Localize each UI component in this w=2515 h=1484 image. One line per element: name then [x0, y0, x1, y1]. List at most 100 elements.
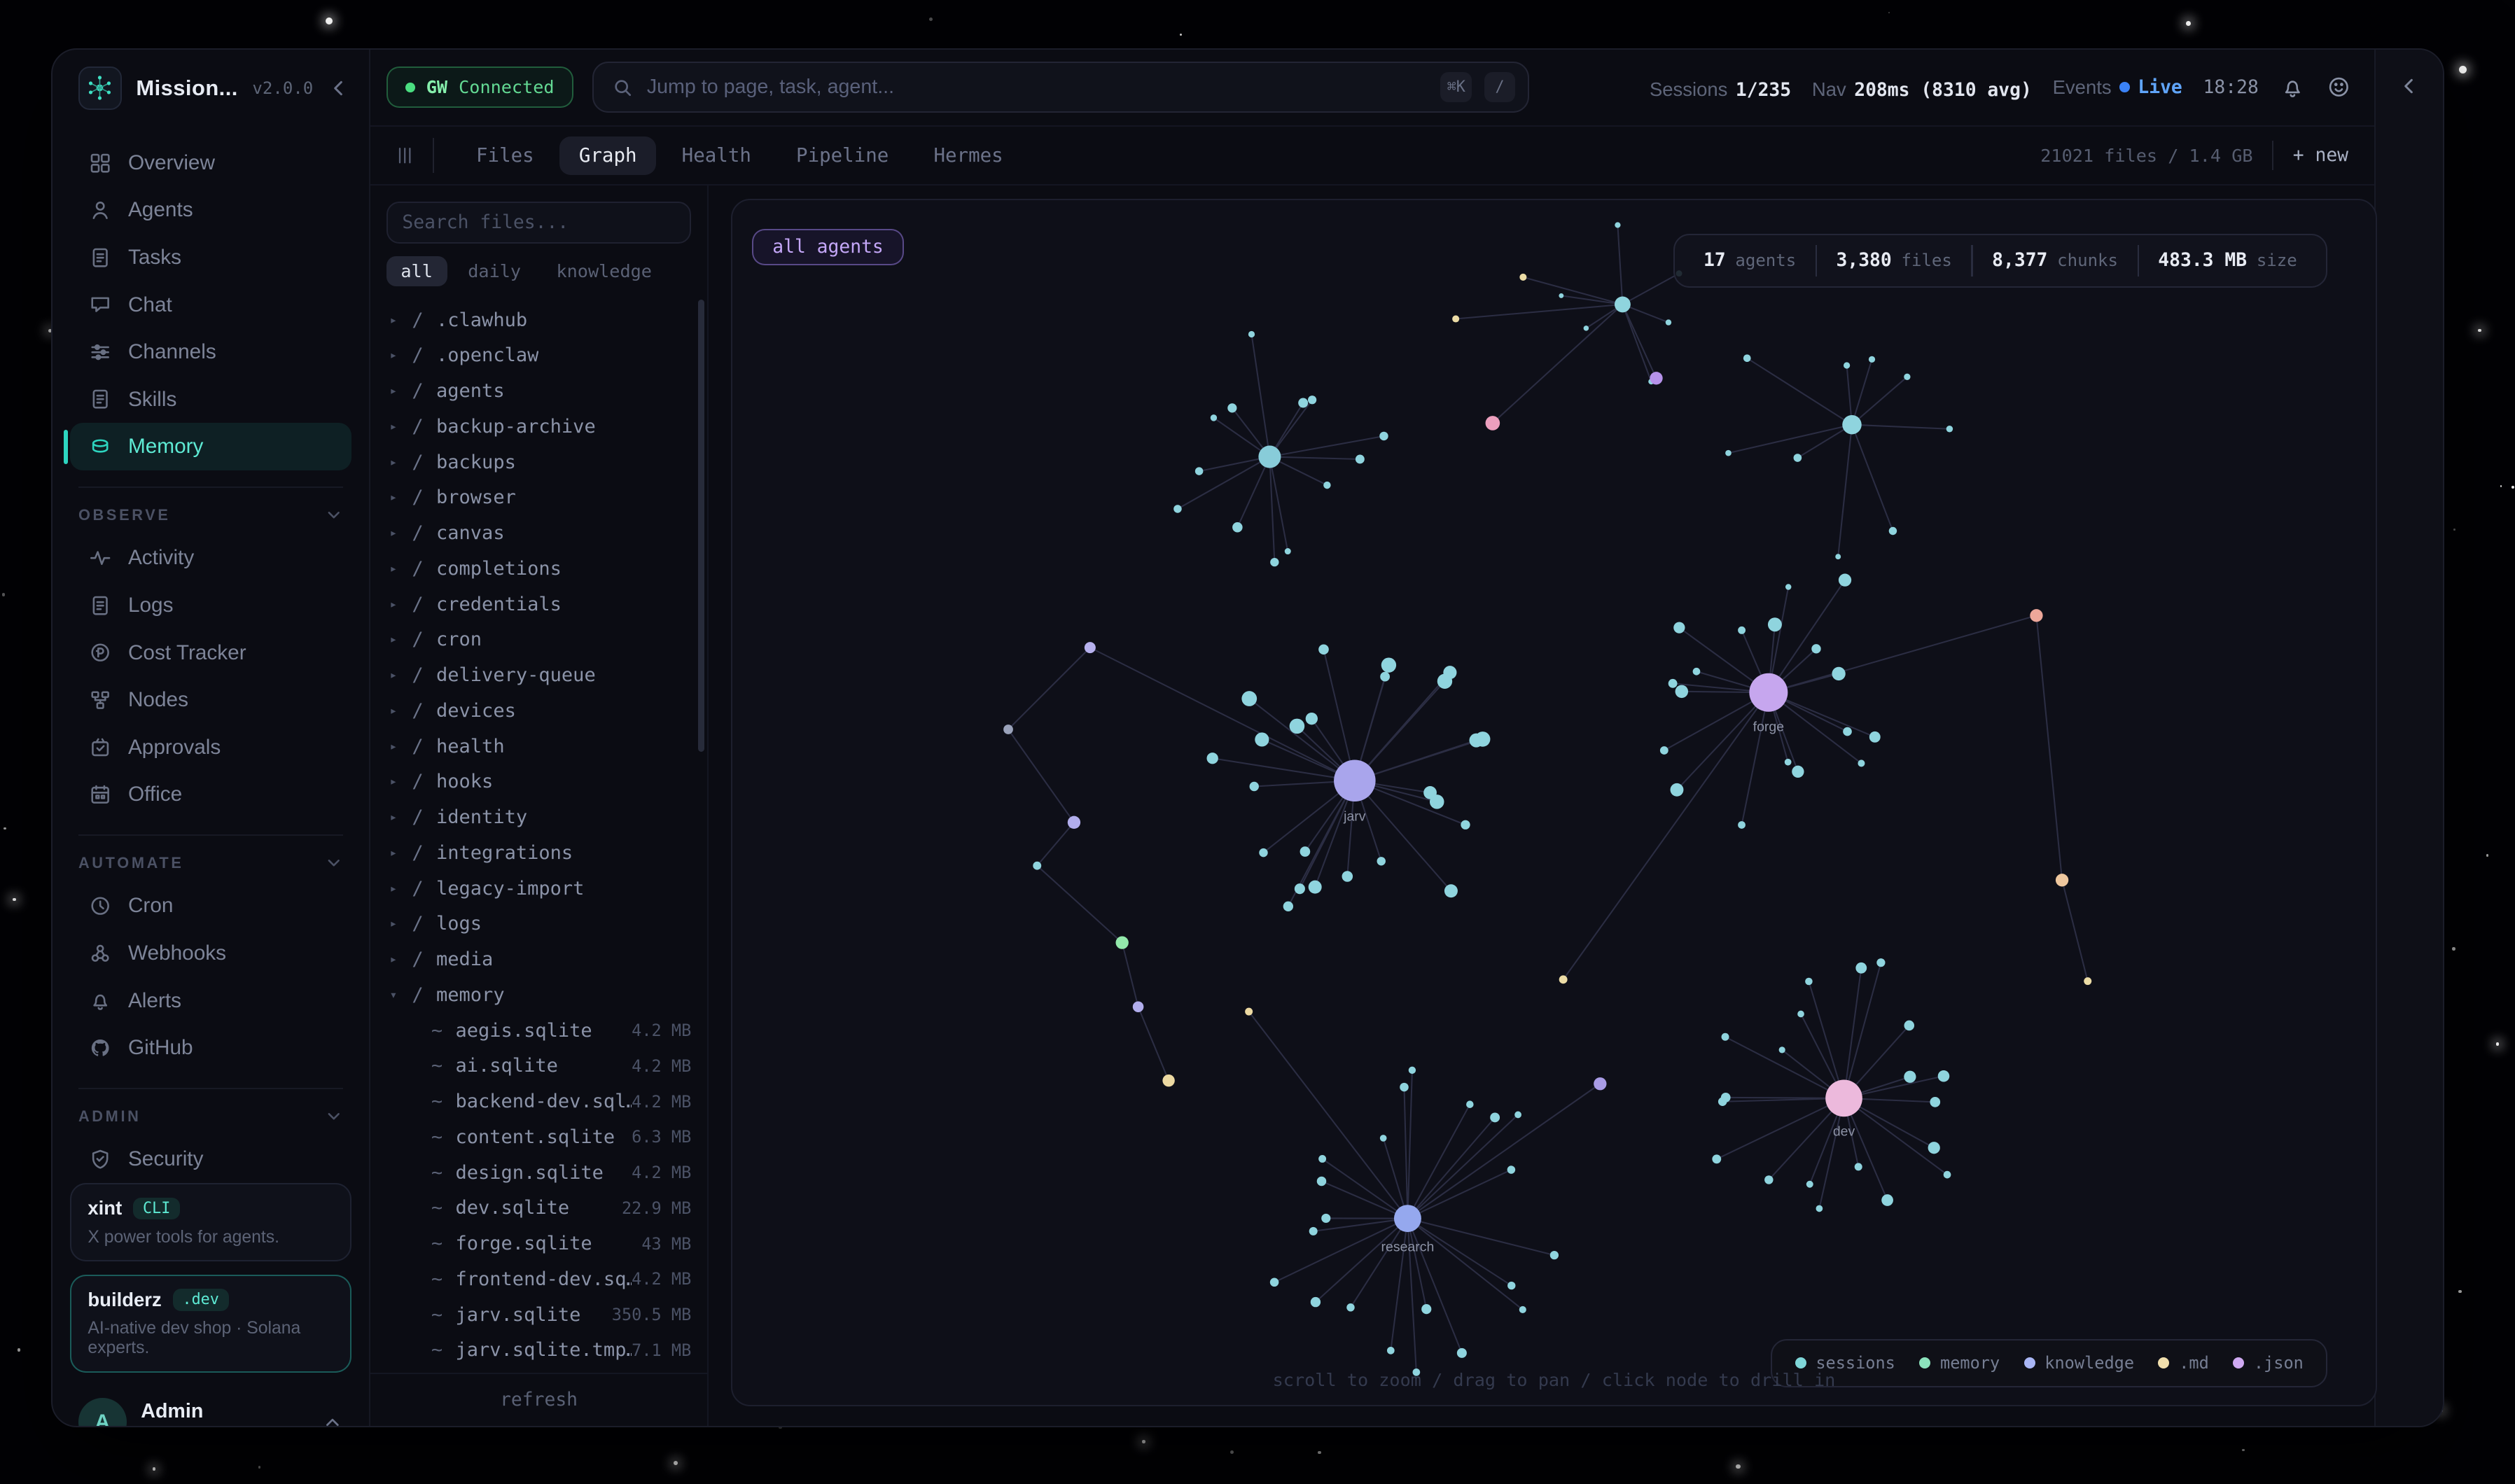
graph-node[interactable] — [1068, 816, 1080, 828]
graph-leaf-node[interactable] — [1889, 526, 1897, 534]
graph-leaf-node[interactable] — [1660, 746, 1668, 755]
graph-leaf-node[interactable] — [1836, 554, 1841, 559]
graph-leaf-node[interactable] — [1228, 403, 1237, 412]
graph-leaf-node[interactable] — [1779, 1046, 1785, 1053]
graph-leaf-node[interactable] — [1675, 685, 1688, 697]
graph-node[interactable] — [1245, 1007, 1253, 1015]
gateway-status-badge[interactable]: GW Connected — [386, 66, 573, 108]
file-search-input[interactable] — [402, 212, 675, 233]
graph-leaf-node[interactable] — [1674, 622, 1685, 633]
graph-leaf-node[interactable] — [1298, 398, 1308, 407]
filter-chip-daily[interactable]: daily — [454, 256, 536, 286]
graph-leaf-node[interactable] — [1843, 727, 1852, 736]
refresh-button[interactable]: refresh — [370, 1373, 707, 1426]
tab-files[interactable]: Files — [457, 136, 554, 175]
graph-leaf-node[interactable] — [1904, 1020, 1915, 1030]
tree-folder-legacy-import[interactable]: ▸/legacy-import — [389, 871, 707, 906]
graph-leaf-node[interactable] — [1283, 901, 1293, 911]
graph-leaf-node[interactable] — [1323, 482, 1330, 489]
graph-leaf-node[interactable] — [1400, 1083, 1409, 1091]
graph-leaf-node[interactable] — [1242, 691, 1258, 706]
graph-leaf-node[interactable] — [1844, 362, 1850, 368]
graph-leaf-node[interactable] — [1250, 782, 1259, 791]
file-search[interactable] — [386, 202, 692, 244]
graph-leaf-node[interactable] — [1928, 1142, 1940, 1154]
promo-card-xint[interactable]: xintCLIX power tools for agents. — [70, 1183, 351, 1261]
graph-leaf-node[interactable] — [1666, 319, 1671, 325]
graph-leaf-node[interactable] — [1421, 1304, 1431, 1314]
tree-folder-cron[interactable]: ▸/cron — [389, 622, 707, 658]
tree-folder-integrations[interactable]: ▸/integrations — [389, 835, 707, 871]
tree-folder-completions[interactable]: ▸/completions — [389, 551, 707, 587]
graph-node[interactable] — [1163, 1074, 1175, 1086]
graph-node[interactable] — [1559, 975, 1568, 983]
graph-leaf-node[interactable] — [1260, 848, 1268, 857]
graph-leaf-node[interactable] — [1855, 1163, 1862, 1170]
graph-leaf-node[interactable] — [1308, 396, 1316, 404]
sidebar-item-channels[interactable]: Channels — [70, 328, 351, 376]
graph-leaf-node[interactable] — [1785, 584, 1791, 589]
graph-leaf-node[interactable] — [1722, 1032, 1729, 1040]
graph-leaf-node[interactable] — [1832, 667, 1846, 680]
graph-leaf-node[interactable] — [1768, 617, 1782, 631]
tab-pipeline[interactable]: Pipeline — [777, 136, 908, 175]
graph-leaf-node[interactable] — [1668, 679, 1678, 688]
graph-leaf-node[interactable] — [1318, 644, 1329, 654]
graph-leaf-node[interactable] — [1248, 331, 1255, 337]
sidebar-item-chat[interactable]: Chat — [70, 281, 351, 329]
graph-hub-node[interactable] — [1259, 445, 1281, 468]
global-search-input[interactable] — [647, 76, 1428, 99]
graph-leaf-node[interactable] — [1519, 1306, 1526, 1313]
graph-leaf-node[interactable] — [1615, 222, 1621, 227]
graph-leaf-node[interactable] — [1938, 1070, 1950, 1082]
graph-leaf-node[interactable] — [1311, 1297, 1321, 1307]
graph-leaf-node[interactable] — [1718, 1097, 1727, 1105]
graph-leaf-node[interactable] — [1195, 467, 1204, 475]
graph-leaf-node[interactable] — [1409, 1066, 1416, 1073]
tree-folder-logs[interactable]: ▸/logs — [389, 906, 707, 942]
sidebar-item-agents[interactable]: Agents — [70, 187, 351, 234]
graph-leaf-node[interactable] — [1858, 760, 1865, 766]
graph-leaf-node[interactable] — [1785, 759, 1792, 766]
sidebar-item-github[interactable]: GitHub — [70, 1024, 351, 1072]
graph-node[interactable] — [1520, 274, 1527, 281]
sidebar-item-alerts[interactable]: Alerts — [70, 977, 351, 1025]
sidebar-item-memory[interactable]: Memory — [70, 423, 351, 470]
file-tree-scrollbar[interactable] — [698, 300, 704, 752]
graph-leaf-node[interactable] — [1797, 1010, 1804, 1017]
sidebar-item-activity[interactable]: Activity — [70, 535, 351, 582]
tree-file-forge.sqlite[interactable]: ~forge.sqlite43 MB — [389, 1226, 707, 1261]
graph-node[interactable] — [1133, 1001, 1144, 1012]
graph-leaf-node[interactable] — [1211, 414, 1217, 421]
graph-leaf-node[interactable] — [1342, 871, 1353, 882]
graph-leaf-node[interactable] — [1869, 732, 1881, 743]
graph-leaf-node[interactable] — [1671, 783, 1684, 797]
graph-hub-node[interactable] — [1615, 296, 1631, 312]
graph-leaf-node[interactable] — [1812, 644, 1821, 653]
feedback-smiley-icon[interactable] — [2326, 74, 2352, 100]
graph-node[interactable] — [1486, 416, 1500, 430]
graph-leaf-node[interactable] — [1794, 454, 1802, 462]
graph-leaf-node[interactable] — [1380, 1135, 1387, 1142]
new-button[interactable]: + new — [2293, 145, 2348, 166]
graph-leaf-node[interactable] — [1232, 522, 1243, 533]
graph-leaf-node[interactable] — [1430, 794, 1444, 809]
tree-folder-memory[interactable]: ▾/memory — [389, 977, 707, 1013]
tree-folder-backups[interactable]: ▸/backups — [389, 444, 707, 480]
graph-canvas[interactable]: jarvforgedevresearch all agents 17agents… — [731, 199, 2376, 1406]
graph-node[interactable] — [2056, 874, 2068, 886]
sidebar-section-header-automate[interactable]: AUTOMATE — [53, 850, 369, 883]
graph-hub-node[interactable] — [1843, 415, 1862, 434]
sidebar-item-skills[interactable]: Skills — [70, 376, 351, 424]
graph-node[interactable] — [1033, 861, 1042, 869]
tree-folder-clawhub[interactable]: ▸/.clawhub — [389, 302, 707, 338]
graph-leaf-node[interactable] — [1290, 718, 1305, 734]
graph-leaf-node[interactable] — [1270, 558, 1279, 566]
sidebar-item-security[interactable]: Security — [70, 1136, 351, 1184]
tree-folder-media[interactable]: ▸/media — [389, 941, 707, 977]
sidebar-item-office[interactable]: Office — [70, 771, 351, 819]
graph-leaf-node[interactable] — [1559, 293, 1564, 298]
graph-leaf-node[interactable] — [1514, 1111, 1521, 1118]
sidebar-item-cost-tracker[interactable]: Cost Tracker — [70, 629, 351, 677]
graph-leaf-node[interactable] — [1764, 1175, 1773, 1184]
